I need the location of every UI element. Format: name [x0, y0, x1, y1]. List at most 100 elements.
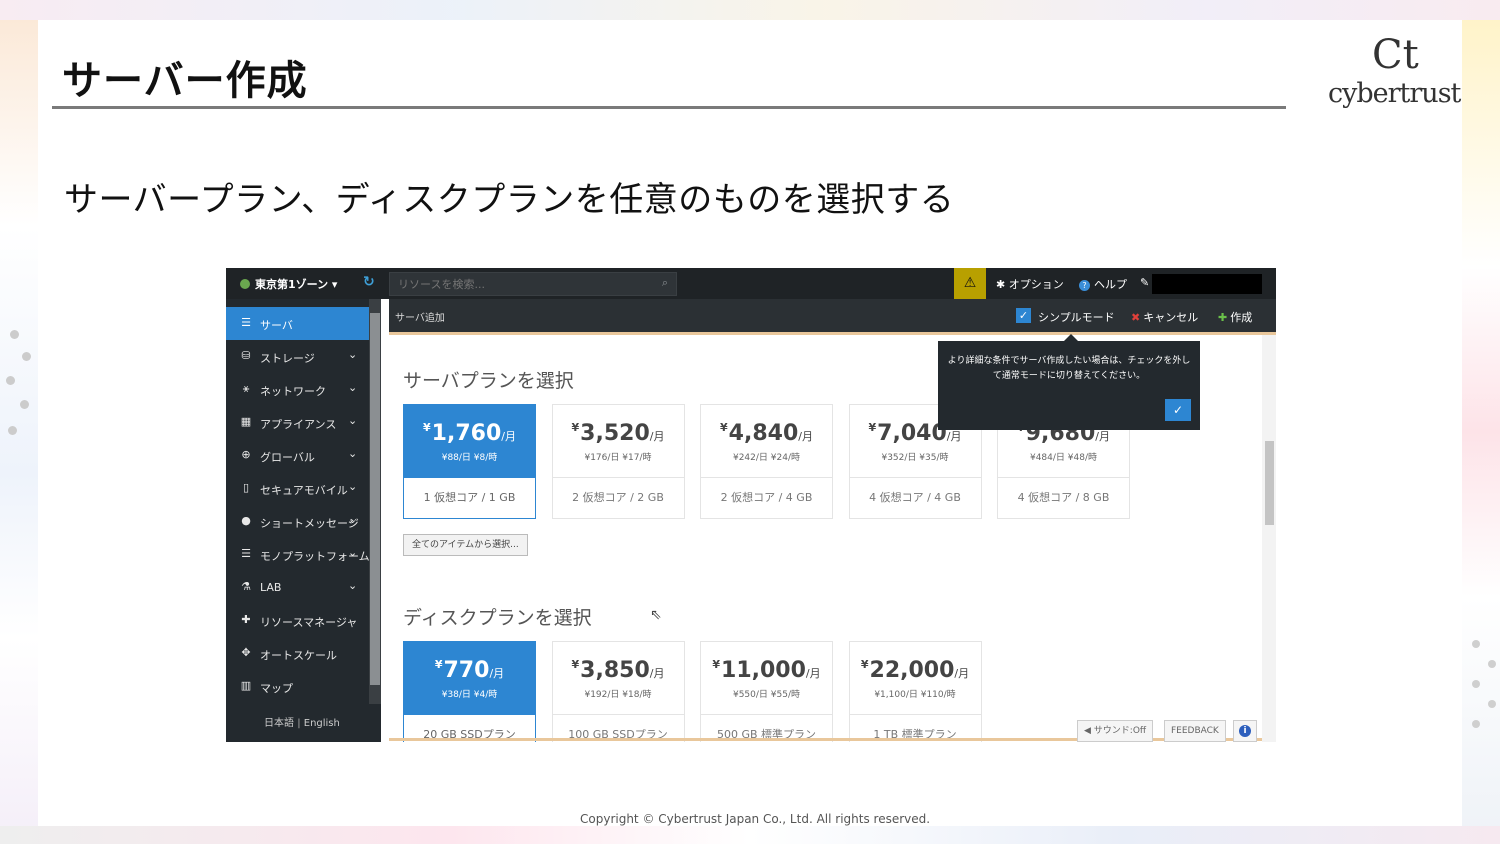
resource-search[interactable]: ⌕	[389, 272, 677, 296]
plan-daily-hourly: ¥176/日 ¥17/時	[584, 453, 652, 463]
plan-hourly-price: 18	[628, 690, 640, 700]
logo-text: cybertrust	[1328, 78, 1461, 109]
options-menu[interactable]: ✱ オプション	[996, 276, 1064, 292]
sidebar-item-label: ショートメッセージ	[260, 517, 359, 530]
yen-symbol: ¥	[720, 421, 728, 434]
plan-price-value: 4,840	[728, 421, 799, 446]
plan-daily-hourly: ¥192/日 ¥18/時	[584, 690, 652, 700]
feedback-button[interactable]: FEEDBACK	[1164, 720, 1226, 742]
chevron-down-icon[interactable]: ⌄	[348, 579, 357, 592]
globe-icon	[240, 279, 250, 289]
sound-toggle-button[interactable]: ◀ サウンド:Off	[1077, 720, 1154, 742]
create-button[interactable]: ✚ 作成	[1218, 309, 1252, 325]
simple-mode-label[interactable]: シンプルモード	[1038, 309, 1115, 325]
yen-symbol: ¥	[571, 421, 580, 434]
sidebar-item[interactable]: ▯ セキュアモバイル ⌄	[226, 472, 369, 505]
lang-en-link[interactable]: English	[304, 718, 340, 729]
global-icon: ⊕	[241, 448, 251, 461]
disk-plan-heading: ディスクプランを選択	[403, 607, 592, 629]
language-switch: 日本語 | English	[264, 714, 340, 729]
sidebar-item[interactable]: ⛁ ストレージ ⌄	[226, 340, 369, 373]
sidebar-scroll-thumb[interactable]	[370, 313, 380, 685]
control-panel-screenshot: 東京第1ゾーン ▾ ↻ ⌕ ⚠ ✱ オプション ? ヘルプ ✎ ☰ サーバ ⛁ ストレー…	[226, 268, 1276, 742]
disk-plan-card[interactable]: ¥11,000/月 ¥550/日 ¥55/時 500 GB 標準プラン	[700, 641, 833, 742]
plan-monthly-price: ¥1,760/月	[404, 421, 535, 446]
lang-ja-link[interactable]: 日本語	[264, 718, 294, 729]
decor-bottom-band	[0, 826, 1500, 844]
zone-selector[interactable]: 東京第1ゾーン ▾	[240, 276, 337, 292]
sidebar-item[interactable]: ☰ サーバ	[226, 307, 369, 340]
chevron-down-icon[interactable]: ⌄	[348, 381, 357, 394]
slide-subtitle: サーバープラン、ディスクプランを任意のものを選択する	[64, 180, 955, 220]
chevron-down-icon[interactable]: ⌄	[348, 480, 357, 493]
gear-icon: ✱	[996, 278, 1006, 291]
decor-right-band	[1462, 20, 1500, 844]
disk-plan-card[interactable]: ¥22,000/月 ¥1,100/日 ¥110/時 1 TB 標準プラン	[848, 641, 982, 742]
main-scrollbar[interactable]	[1262, 335, 1276, 742]
sidebar-scrollbar[interactable]	[369, 299, 381, 704]
plan-price-value: 1,760	[431, 421, 502, 446]
plan-price-value: 770	[443, 658, 490, 683]
refresh-icon[interactable]: ↻	[363, 274, 375, 290]
main-scroll-thumb[interactable]	[1265, 441, 1274, 525]
sidebar-item[interactable]: ● ショートメッセージ ⌄	[226, 505, 369, 538]
top-bar: 東京第1ゾーン ▾ ↻ ⌕ ⚠ ✱ オプション ? ヘルプ ✎	[226, 268, 1276, 299]
account-name-redacted[interactable]	[1152, 274, 1262, 294]
plus-icon: ✚	[1218, 311, 1228, 324]
message-icon: ●	[241, 514, 251, 527]
sidebar-item[interactable]: ⚗ LAB ⌄	[226, 571, 369, 604]
info-button[interactable]: i	[1233, 720, 1257, 742]
tooltip-arrow	[1064, 334, 1078, 341]
chevron-down-icon[interactable]: ⌄	[348, 414, 357, 427]
disk-plan-card[interactable]: ¥3,850/月 ¥192/日 ¥18/時 100 GB SSDプラン	[551, 641, 685, 742]
server-plan-card[interactable]: ¥4,840/月 ¥242/日 ¥24/時 2 仮想コア / 4 GB	[700, 404, 833, 519]
chevron-down-icon[interactable]: ⌄	[348, 513, 357, 526]
cancel-button[interactable]: ✖ キャンセル	[1131, 309, 1198, 325]
plan-daily-price: 88	[447, 453, 459, 463]
tooltip-ok-button[interactable]: ✓	[1165, 399, 1191, 421]
plan-daily-hourly: ¥484/日 ¥48/時	[1029, 453, 1098, 463]
decor-dot	[1472, 720, 1480, 728]
plan-daily-hourly: ¥242/日 ¥24/時	[732, 453, 801, 463]
warning-icon[interactable]: ⚠	[954, 268, 986, 299]
plan-daily-price: 242	[738, 453, 756, 463]
sidebar-item[interactable]: ▥ マップ	[226, 670, 369, 703]
sidebar-item[interactable]: ☰ モノプラットフォーム ⌄	[226, 538, 370, 571]
plan-spec: 2 仮想コア / 2 GB	[552, 477, 684, 519]
disk-plan-card[interactable]: ¥770/月 ¥38/日 ¥4/時 20 GB SSDプラン	[403, 641, 536, 742]
sidebar-item[interactable]: ✥ オートスケール	[226, 637, 369, 670]
sidebar-item-label: LAB	[260, 581, 282, 594]
sidebar-item[interactable]: ⚹ ネットワーク ⌄	[226, 373, 369, 406]
search-input[interactable]	[390, 274, 656, 295]
plan-price-unit: /月	[946, 430, 962, 443]
help-label: ヘルプ	[1094, 278, 1127, 291]
plan-price-unit: /月	[501, 430, 516, 443]
plan-spec: 2 仮想コア / 4 GB	[701, 477, 832, 519]
search-icon[interactable]: ⌕	[662, 276, 668, 290]
pencil-icon[interactable]: ✎	[1140, 276, 1149, 289]
chevron-down-icon[interactable]: ⌄	[348, 348, 357, 361]
plan-daily-price: 192	[590, 690, 608, 700]
chevron-down-icon[interactable]: ⌄	[348, 447, 357, 460]
simple-mode-checkbox[interactable]: ✓	[1016, 308, 1031, 323]
plan-daily-price: 1,100	[880, 690, 906, 700]
sidebar-item-label: グローバル	[260, 451, 315, 464]
chevron-down-icon[interactable]: ⌄	[348, 546, 357, 559]
plan-price-value: 3,850	[580, 658, 650, 683]
select-all-items-button[interactable]: 全てのアイテムから選択...	[403, 534, 528, 556]
plan-hourly-price: 4	[479, 690, 486, 700]
plan-monthly-price: ¥770/月	[404, 658, 535, 683]
decor-dot	[1488, 660, 1496, 668]
sidebar-item[interactable]: ▦ アプライアンス ⌄	[226, 406, 369, 439]
decor-dot	[1488, 700, 1496, 708]
map-icon: ▥	[240, 679, 252, 692]
server-plan-card[interactable]: ¥1,760/月 ¥88/日 ¥8/時 1 仮想コア / 1 GB	[403, 404, 536, 519]
server-plan-card[interactable]: ¥3,520/月 ¥176/日 ¥17/時 2 仮想コア / 2 GB	[551, 404, 685, 519]
server-icon: ☰	[241, 316, 251, 329]
sidebar-item[interactable]: ✚ リソースマネージャ	[226, 604, 369, 637]
sidebar-item[interactable]: ⊕ グローバル ⌄	[226, 439, 369, 472]
plan-price-unit: /月	[649, 667, 665, 680]
plan-daily-hourly: ¥550/日 ¥55/時	[732, 690, 801, 700]
yen-symbol: ¥	[868, 421, 877, 434]
help-menu[interactable]: ? ヘルプ	[1079, 276, 1127, 292]
